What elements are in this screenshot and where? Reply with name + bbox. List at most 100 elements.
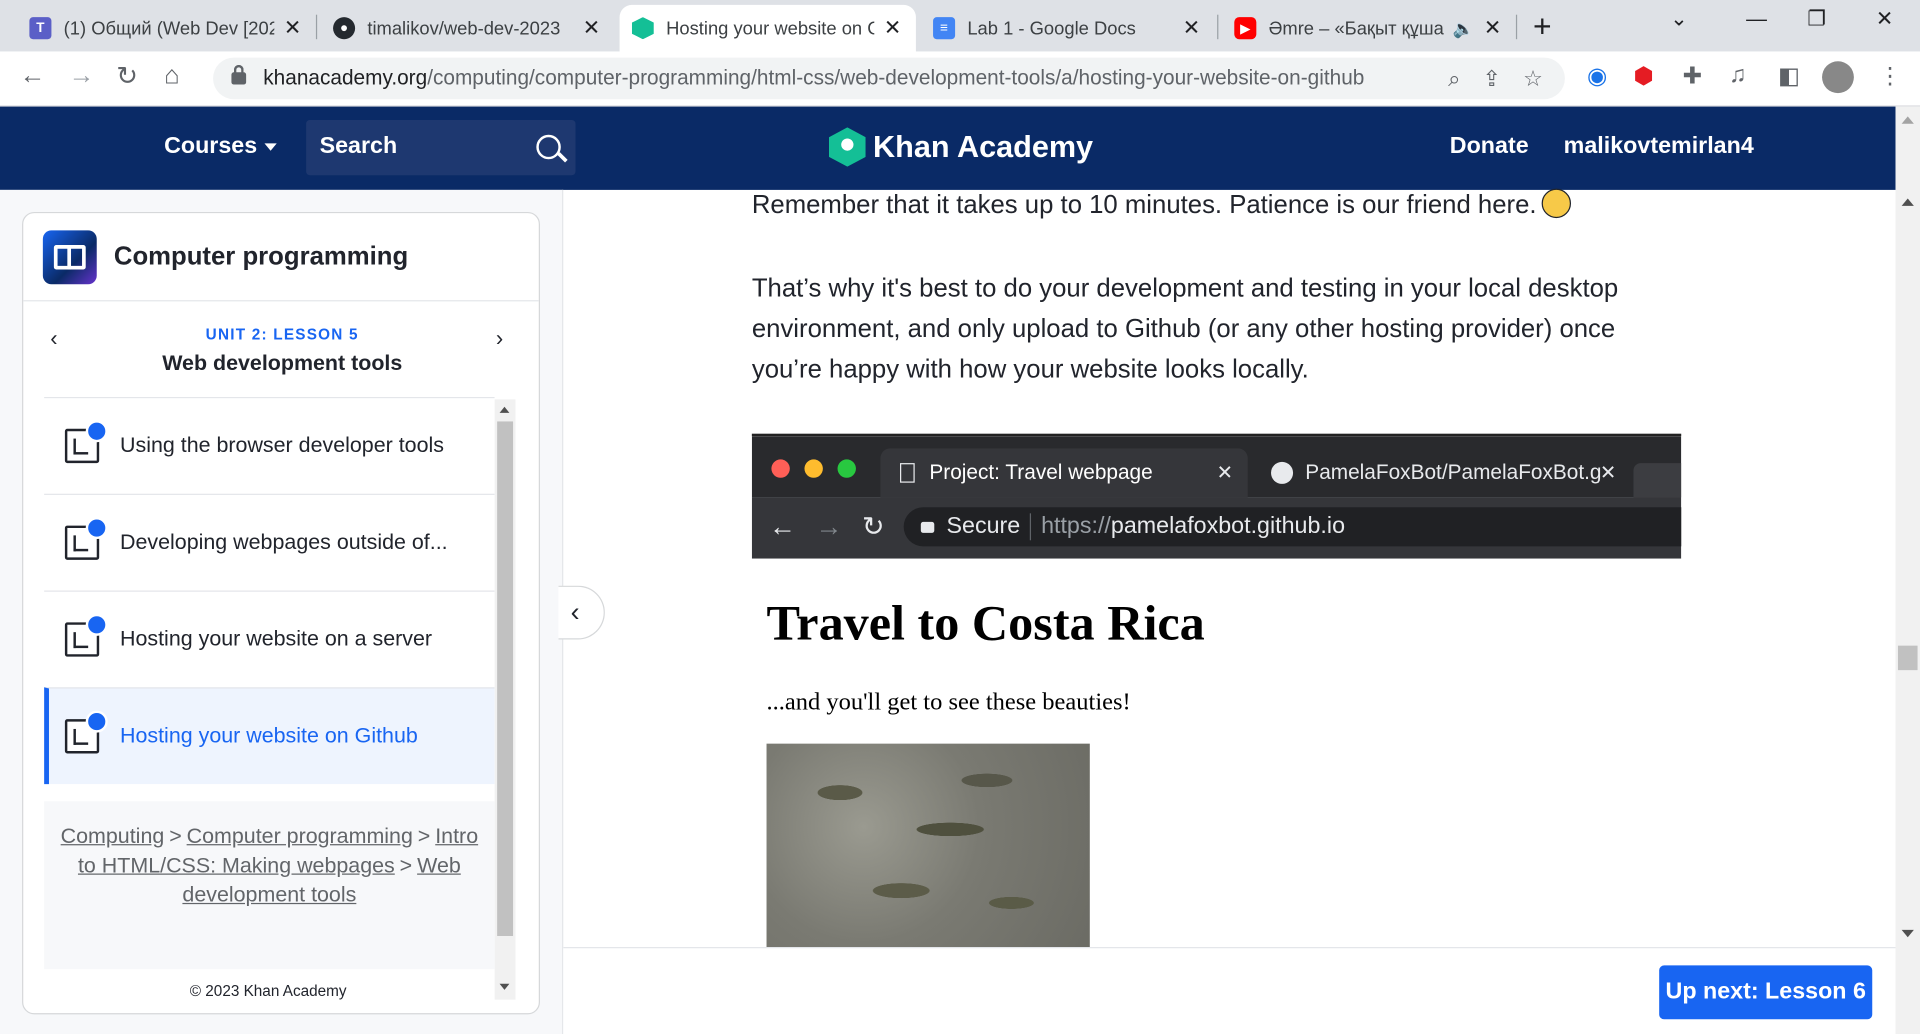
search-input[interactable]: Search bbox=[306, 120, 576, 176]
article-complete-icon bbox=[64, 517, 108, 560]
collapse-sidebar-button[interactable]: ‹ bbox=[558, 585, 605, 640]
scroll-down-icon[interactable] bbox=[1901, 929, 1914, 938]
screenshot-page: Travel to Costa Rica ...and you'll get t… bbox=[751, 558, 1682, 949]
adblock-extension-icon[interactable]: ⬢ bbox=[1633, 62, 1653, 90]
forward-icon[interactable]: → bbox=[69, 61, 95, 90]
document-icon bbox=[900, 463, 915, 483]
tab-separator bbox=[1515, 14, 1518, 40]
lock-icon[interactable] bbox=[231, 64, 247, 85]
lesson-label: Using the browser developer tools bbox=[120, 432, 444, 457]
breadcrumb-link[interactable]: Computer programming bbox=[187, 823, 413, 848]
scrollbar-thumb[interactable] bbox=[1897, 645, 1918, 671]
minimize-dot-icon bbox=[804, 459, 823, 478]
lesson-label: Hosting your website on a server bbox=[120, 626, 433, 651]
khan-academy-logo[interactable]: Khan Academy bbox=[828, 127, 1093, 167]
minimize-icon[interactable]: — bbox=[1746, 7, 1767, 32]
breadcrumb-separator: > bbox=[399, 852, 413, 878]
browser-tab-active[interactable]: Hosting your website on G ✕ bbox=[619, 4, 916, 52]
close-icon[interactable]: ✕ bbox=[282, 16, 304, 41]
article-screenshot-image: Project: Travel webpage ✕ PamelaFoxBot/P… bbox=[751, 433, 1682, 949]
extension-icon[interactable]: ◉ bbox=[1587, 62, 1607, 90]
breadcrumb-separator: > bbox=[169, 823, 182, 848]
browser-tab[interactable]: ≡ Lab 1 - Google Docs ✕ bbox=[921, 5, 1215, 52]
article-complete-icon bbox=[64, 613, 108, 657]
course-title[interactable]: Computer programming bbox=[114, 242, 408, 271]
course-header[interactable]: Computer programming bbox=[23, 213, 539, 302]
url-scheme: https:// bbox=[1041, 513, 1111, 540]
breadcrumb: Computing > Computer programming > Intro to … bbox=[44, 801, 495, 970]
close-icon[interactable]: ✕ bbox=[882, 16, 904, 41]
browser-tab-title: (1) Общий (Web Dev [202 bbox=[63, 17, 275, 39]
copyright-text: © 2023 Khan Academy bbox=[189, 982, 347, 1000]
up-next-button[interactable]: Up next: Lesson 6 bbox=[1659, 965, 1873, 1020]
screenshot-new-tab bbox=[1633, 463, 1682, 498]
screenshot-paragraph: ...and you'll get to see these beauties! bbox=[766, 688, 1131, 716]
restore-icon[interactable]: ❐ bbox=[1807, 7, 1826, 32]
lesson-item[interactable]: Developing webpages outside of... bbox=[44, 493, 495, 591]
reload-icon[interactable]: ↻ bbox=[116, 61, 138, 92]
khan-academy-logo-icon bbox=[828, 127, 866, 167]
side-panel-icon[interactable]: ◧ bbox=[1778, 62, 1800, 90]
donate-link[interactable]: Donate bbox=[1450, 134, 1529, 161]
screenshot-toolbar: ← → ↻ Secure https://pamelafoxbot.github… bbox=[751, 497, 1682, 559]
sidebar-scrollbar[interactable] bbox=[494, 399, 516, 1000]
scroll-up-icon[interactable] bbox=[1901, 116, 1914, 124]
article-complete-icon bbox=[64, 710, 108, 754]
article-complete-icon bbox=[64, 420, 108, 464]
tab-separator bbox=[1217, 14, 1219, 40]
khan-academy-icon bbox=[631, 17, 654, 40]
close-icon[interactable]: ✕ bbox=[580, 16, 602, 41]
close-icon[interactable]: ✕ bbox=[1482, 16, 1504, 41]
caret-down-icon bbox=[264, 143, 277, 151]
lesson-item-active[interactable]: Hosting your website on Github bbox=[44, 687, 495, 785]
lesson-item[interactable]: Using the browser developer tools bbox=[44, 396, 495, 494]
extensions-puzzle-icon[interactable]: ✚ bbox=[1682, 62, 1701, 90]
chevron-left-icon: ‹ bbox=[570, 596, 580, 628]
close-dot-icon bbox=[771, 459, 790, 478]
browser-tab[interactable]: T (1) Общий (Web Dev [202 ✕ bbox=[17, 5, 316, 52]
zoom-icon[interactable]: ⌕ bbox=[1448, 66, 1460, 92]
lesson-item[interactable]: Hosting your website on a server bbox=[44, 590, 495, 688]
unit-title[interactable]: Web development tools bbox=[23, 350, 539, 376]
youtube-icon: ▶ bbox=[1234, 17, 1257, 40]
bookmark-star-icon[interactable]: ☆ bbox=[1523, 66, 1543, 92]
lesson-label: Hosting your website on Github bbox=[120, 722, 418, 748]
article-paragraph: Remember that it takes up to 10 minutes.… bbox=[752, 185, 1571, 225]
lesson-footer: Up next: Lesson 6 bbox=[563, 947, 1896, 1034]
close-icon[interactable]: ✕ bbox=[1180, 16, 1202, 41]
audio-playing-icon[interactable]: 🔈 bbox=[1453, 18, 1474, 39]
browser-tab-title: Lab 1 - Google Docs bbox=[967, 17, 1136, 39]
back-icon[interactable]: ← bbox=[20, 61, 46, 90]
screenshot-tab-title: Project: Travel webpage bbox=[929, 460, 1153, 484]
chevron-right-icon[interactable]: › bbox=[496, 326, 503, 352]
breadcrumb-link[interactable]: Computing bbox=[61, 823, 165, 848]
browser-tab-title: Hosting your website on G bbox=[666, 17, 875, 39]
close-window-icon[interactable]: ✕ bbox=[1876, 7, 1893, 32]
profile-avatar[interactable] bbox=[1822, 61, 1854, 94]
new-tab-icon[interactable]: + bbox=[1533, 7, 1552, 45]
home-icon[interactable]: ⌂ bbox=[164, 61, 180, 90]
address-bar[interactable]: khanacademy.org/computing/computer-progr… bbox=[213, 57, 1565, 100]
scroll-up-icon[interactable] bbox=[499, 406, 510, 413]
lesson-label: Developing webpages outside of... bbox=[120, 529, 448, 554]
tab-search-icon[interactable]: ⌄ bbox=[1670, 7, 1687, 32]
close-icon: ✕ bbox=[1599, 463, 1617, 484]
share-icon[interactable]: ⇪ bbox=[1483, 66, 1501, 92]
media-control-icon[interactable]: ♫ bbox=[1729, 62, 1746, 89]
back-icon: ← bbox=[768, 510, 796, 542]
url-text[interactable]: khanacademy.org/computing/computer-progr… bbox=[263, 66, 1448, 91]
scrollbar-thumb[interactable] bbox=[497, 421, 514, 936]
scroll-up-icon[interactable] bbox=[1901, 198, 1914, 206]
browser-tab[interactable]: ▶ Әmre – «Бақыт құша 🔈 ✕ bbox=[1222, 5, 1516, 52]
browser-tab[interactable]: ● timalikov/web-dev-2023 ✕ bbox=[321, 5, 615, 52]
courses-menu-button[interactable]: Courses bbox=[164, 134, 277, 161]
zoom-dot-icon bbox=[837, 459, 856, 478]
scroll-down-icon[interactable] bbox=[499, 983, 510, 990]
browser-tab-strip: T (1) Общий (Web Dev [202 ✕ ● timalikov/… bbox=[0, 0, 1920, 52]
user-menu[interactable]: malikovtemirlan4 bbox=[1564, 134, 1754, 161]
course-sidebar: Computer programming ‹ UNIT 2: LESSON 5 … bbox=[22, 211, 541, 1015]
search-icon[interactable] bbox=[536, 134, 561, 160]
menu-kebab-icon[interactable]: ⋮ bbox=[1878, 62, 1901, 90]
page-scrollbar[interactable] bbox=[1895, 106, 1920, 1034]
screenshot-tab: Project: Travel webpage ✕ bbox=[880, 448, 1248, 498]
